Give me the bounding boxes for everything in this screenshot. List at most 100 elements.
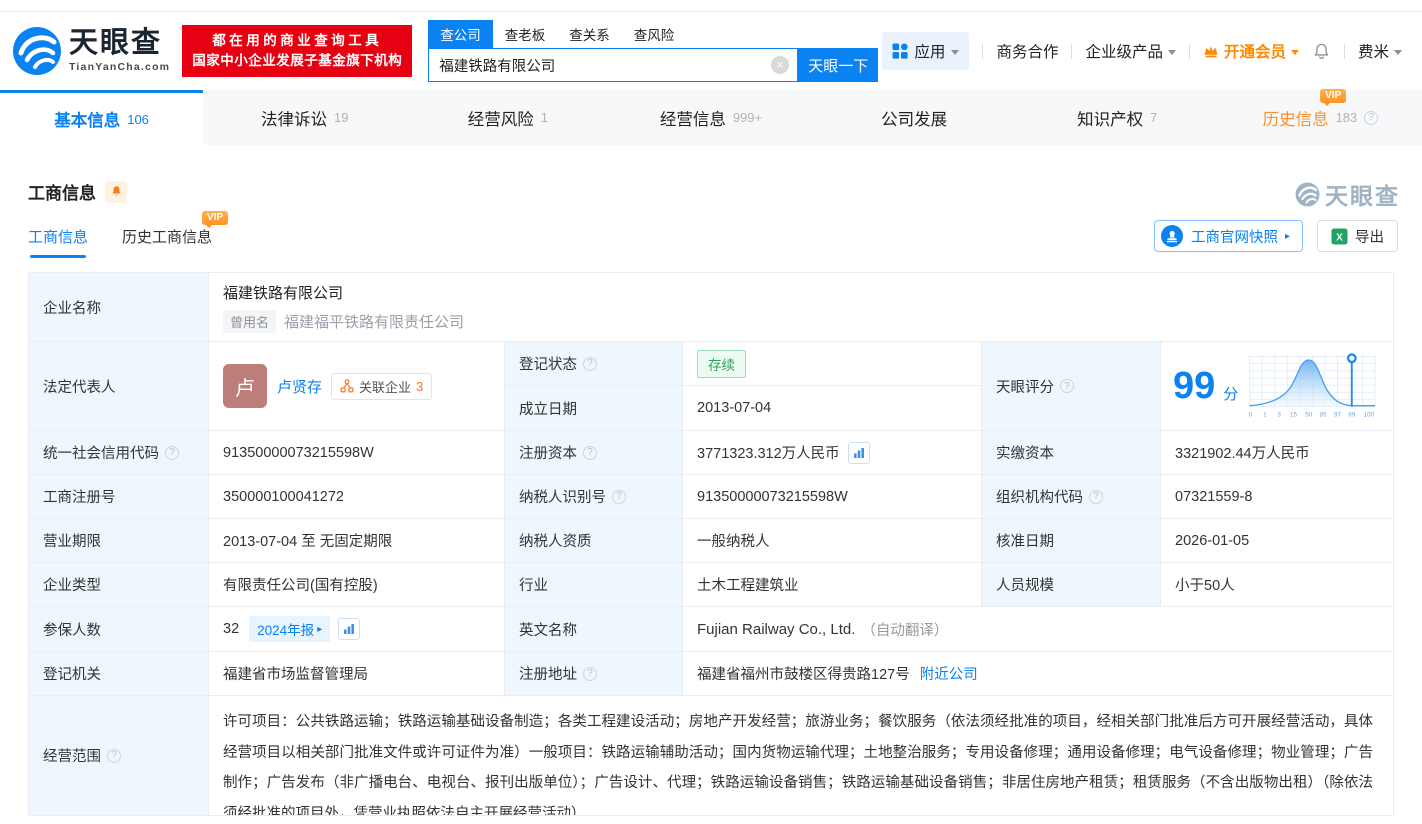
search-input-wrap: × — [428, 48, 798, 82]
status-badge: 存续 — [697, 350, 746, 378]
svg-text:99: 99 — [1349, 411, 1356, 418]
label-text: 注册地址 — [519, 663, 577, 684]
label-text: 登记机关 — [43, 663, 101, 684]
label-text: 统一社会信用代码 — [43, 442, 159, 463]
related-companies-count: 3 — [416, 379, 423, 394]
help-icon[interactable] — [1060, 379, 1074, 393]
clear-search-icon[interactable]: × — [771, 56, 789, 74]
label-registered-capital: 注册资本 — [505, 431, 683, 475]
watermark-logo-icon — [1295, 182, 1320, 207]
insured-count: 32 — [223, 621, 239, 637]
svg-text:15: 15 — [1290, 411, 1297, 418]
search-tab-boss[interactable]: 查老板 — [493, 20, 558, 48]
chevron-down-icon — [951, 50, 959, 55]
open-vip-button[interactable]: 开通会员 — [1203, 40, 1299, 62]
help-icon[interactable] — [107, 749, 121, 763]
value-taxpayer-qualification: 一般纳税人 — [683, 519, 982, 563]
nav-business-coop[interactable]: 商务合作 — [996, 40, 1058, 62]
annual-report-badge[interactable]: 2024年报 ▸ — [249, 616, 330, 642]
help-icon[interactable] — [583, 667, 597, 681]
label-text: 行业 — [519, 574, 548, 595]
label-company-type: 企业类型 — [29, 563, 209, 607]
label-insured-staff: 参保人数 — [29, 607, 209, 652]
label-text: 企业名称 — [43, 297, 101, 318]
svg-text:100: 100 — [1364, 411, 1375, 418]
label-taxpayer-id: 纳税人识别号 — [505, 475, 683, 519]
subtab-label: 历史工商信息 — [122, 229, 212, 246]
official-snapshot-button[interactable]: 工商官网快照 ▸ — [1154, 220, 1303, 252]
value-registered-capital: 3771323.312万人民币 — [683, 431, 982, 475]
value-insured-staff: 32 2024年报 ▸ — [209, 607, 505, 652]
tianyancha-logo[interactable]: 天眼查 TianYanCha.com — [12, 26, 170, 76]
tab-operation-risk[interactable]: 经营风险 1 — [406, 90, 609, 145]
tab-intellectual-property[interactable]: 知识产权 7 — [1016, 90, 1219, 145]
label-text: 纳税人识别号 — [519, 486, 606, 507]
value-registered-address: 福建省福州市鼓楼区得贵路127号 附近公司 — [683, 652, 1393, 696]
help-icon[interactable] — [612, 490, 626, 504]
label-text: 纳税人资质 — [519, 530, 592, 551]
value-business-term: 2013-07-04 至 无固定期限 — [209, 519, 505, 563]
establish-date: 2013-07-04 — [697, 400, 771, 416]
label-text: 参保人数 — [43, 619, 101, 640]
nav-enterprise-products[interactable]: 企业级产品 — [1085, 40, 1176, 62]
tianyancha-company-page: 天眼查 TianYanCha.com 都在用的商业查询工具 国家中小企业发展子基… — [0, 0, 1422, 824]
tab-company-development[interactable]: 公司发展 — [813, 90, 1016, 145]
label-registration-status: 登记状态 — [505, 342, 683, 386]
label-credit-code: 统一社会信用代码 — [29, 431, 209, 475]
search-input[interactable] — [439, 57, 771, 73]
search-tab-relation[interactable]: 查关系 — [557, 20, 622, 48]
search-tabs: 查公司 查老板 查关系 查风险 — [428, 20, 878, 48]
help-icon[interactable] — [165, 446, 179, 460]
label-text: 营业期限 — [43, 530, 101, 551]
label-paidin-capital: 实缴资本 — [982, 431, 1161, 475]
capital-trend-chart-icon[interactable] — [848, 442, 870, 464]
label-business-term: 营业期限 — [29, 519, 209, 563]
label-text: 注册资本 — [519, 442, 577, 463]
svg-text:X: X — [1336, 232, 1343, 243]
tianyancha-logo-icon — [12, 26, 62, 76]
legal-rep-avatar[interactable]: 卢 — [223, 364, 267, 408]
apps-menu[interactable]: 应用 — [882, 32, 969, 70]
label-staff-size: 人员规模 — [982, 563, 1161, 607]
tab-count: 7 — [1150, 110, 1157, 125]
search-tab-company[interactable]: 查公司 — [428, 20, 493, 48]
related-companies-badge[interactable]: 关联企业 3 — [331, 373, 432, 400]
help-icon[interactable] — [583, 446, 597, 460]
tab-operation-info[interactable]: 经营信息 999+ — [609, 90, 812, 145]
tab-basic-info[interactable]: 基本信息 106 — [0, 90, 203, 145]
tab-history-info[interactable]: VIP 历史信息 183 — [1219, 90, 1422, 145]
org-network-icon — [340, 379, 354, 393]
search-tab-risk[interactable]: 查风险 — [622, 20, 687, 48]
tab-count: 19 — [334, 110, 348, 125]
subtab-business-info[interactable]: 工商信息 — [28, 226, 88, 258]
value-registration-number: 350000100041272 — [209, 475, 505, 519]
user-menu[interactable]: 费米 — [1358, 40, 1402, 62]
notification-bell-icon[interactable] — [1312, 42, 1331, 61]
svg-text:50: 50 — [1306, 411, 1313, 418]
help-icon[interactable] — [1089, 490, 1103, 504]
subtab-history-business-info[interactable]: 历史工商信息 VIP — [122, 226, 212, 258]
legal-rep-name-link[interactable]: 卢贤存 — [277, 376, 322, 397]
chevron-down-icon — [1168, 50, 1176, 55]
tab-count: 183 — [1336, 110, 1358, 125]
subtab-row: 工商信息 历史工商信息 VIP 工商官网快照 ▸ X — [28, 220, 1398, 258]
search-button[interactable]: 天眼一下 — [798, 48, 878, 82]
value-taxpayer-id: 91350000073215598W — [683, 475, 982, 519]
help-icon[interactable] — [1364, 111, 1378, 125]
insured-trend-chart-icon[interactable] — [338, 618, 360, 640]
vip-badge: VIP — [202, 211, 228, 225]
business-scope-text: 许可项目：公共铁路运输；铁路运输基础设备制造；各类工程建设活动；房地产开发经营；… — [223, 707, 1373, 815]
label-legal-representative: 法定代表人 — [29, 342, 209, 431]
watermark-logo: 天眼查 — [1295, 177, 1400, 211]
registered-address: 福建省福州市鼓楼区得贵路127号 — [697, 663, 910, 684]
help-icon[interactable] — [583, 357, 597, 371]
tab-legal-proceedings[interactable]: 法律诉讼 19 — [203, 90, 406, 145]
promo-line2: 国家中小企业发展子基金旗下机构 — [192, 51, 402, 71]
nearby-companies-link[interactable]: 附近公司 — [920, 663, 978, 684]
export-button[interactable]: X 导出 — [1317, 220, 1398, 252]
section-title: 工商信息 — [28, 179, 96, 204]
search-block: 查公司 查老板 查关系 查风险 × 天眼一下 — [428, 20, 878, 82]
chevron-down-icon — [1291, 50, 1299, 55]
subscribe-bell-icon[interactable] — [105, 181, 127, 203]
label-approval-date: 核准日期 — [982, 519, 1161, 563]
